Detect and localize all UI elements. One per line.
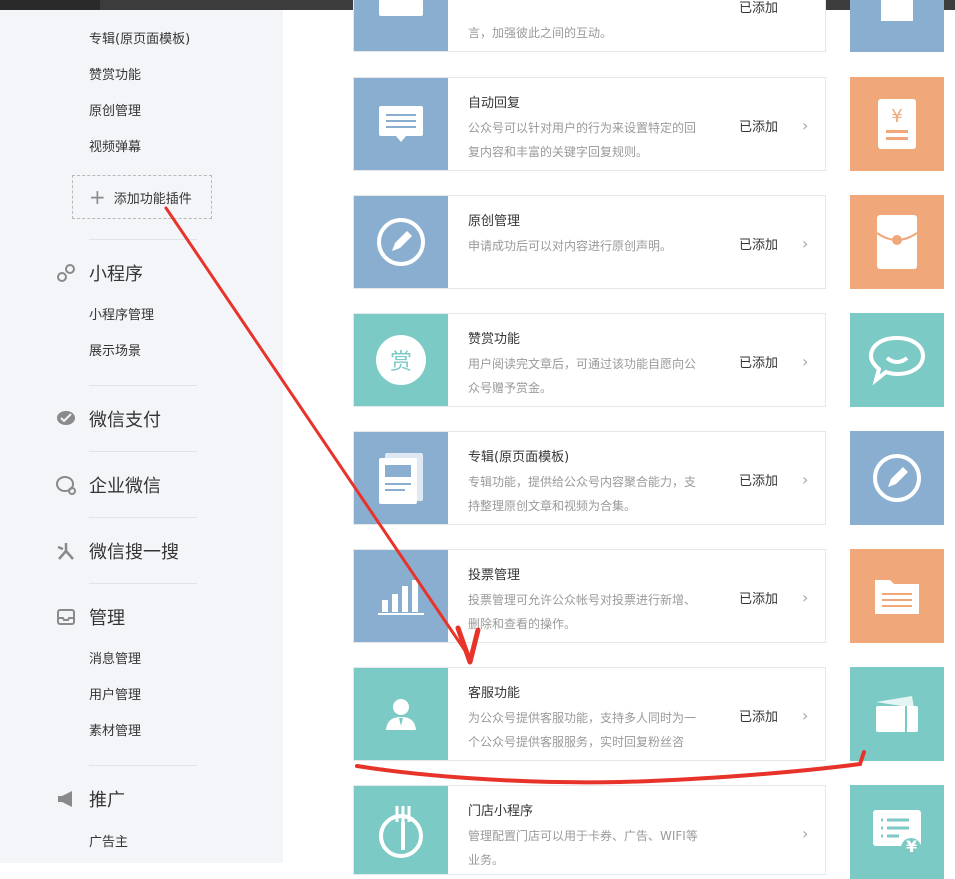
receipt-line: [886, 137, 908, 140]
sidebar-section-search[interactable]: 微信搜一搜: [54, 538, 179, 564]
document-icon[interactable]: [850, 0, 944, 52]
sidebar-item-reward[interactable]: 赞赏功能: [89, 67, 141, 85]
chevron-right-icon: ›: [802, 470, 809, 489]
sidebar-section-miniprogram[interactable]: 小程序: [54, 260, 143, 286]
bar-chart-icon: [354, 550, 448, 642]
sidebar-item-messages[interactable]: 消息管理: [89, 651, 141, 669]
red-envelope-icon[interactable]: [850, 195, 944, 289]
card-status: 已添加: [739, 356, 779, 371]
work-wechat-icon: [54, 473, 78, 497]
pencil-circle-icon[interactable]: [850, 431, 944, 525]
reward-icon: 赏: [354, 314, 448, 406]
megaphone-icon: [54, 787, 78, 811]
plugin-card-vote[interactable]: 投票管理 投票管理可允许公众帐号对投票进行新增、删除和查看的操作。 已添加 ›: [353, 549, 826, 643]
card-status: 已添加: [739, 474, 779, 489]
sidebar-item-advertiser[interactable]: 广告主: [89, 834, 128, 852]
card-title: 赞赏功能: [468, 332, 521, 347]
card-desc: 管理配置门店可以用于卡券、广告、WIFI等业务。: [468, 829, 698, 867]
sidebar-item-original[interactable]: 原创管理: [89, 103, 141, 121]
folder-list-icon[interactable]: [850, 549, 944, 643]
section-title: 小程序: [89, 264, 143, 285]
plugin-card-store[interactable]: 门店小程序 管理配置门店可以用于卡券、广告、WIFI等业务。 ›: [353, 785, 826, 875]
link-icon: [54, 261, 78, 285]
message-icon: [354, 0, 448, 51]
plugin-card-message[interactable]: 言，加强彼此之间的互动。 已添加: [353, 0, 826, 52]
chevron-right-icon: ›: [802, 116, 809, 135]
card-desc: 公众号可以针对用户的行为来设置特定的回复内容和丰富的关键字回复规则。: [468, 121, 697, 159]
card-desc: 投票管理可允许公众帐号对投票进行新增、删除和查看的操作。: [468, 593, 697, 631]
chevron-right-icon: ›: [802, 706, 809, 725]
sidebar-section-work-wechat[interactable]: 企业微信: [54, 472, 161, 498]
search-sparkle-icon: [54, 539, 78, 563]
section-title: 企业微信: [89, 476, 161, 497]
receipt-yuan-icon[interactable]: ¥: [850, 77, 944, 171]
pencil-circle-icon: [354, 196, 448, 288]
sidebar-divider: [89, 451, 197, 452]
section-title: 微信支付: [89, 410, 161, 431]
chevron-right-icon: ›: [802, 824, 809, 843]
yuan-symbol: ¥: [906, 837, 918, 856]
card-title: 客服功能: [468, 686, 521, 701]
plugin-card-customer-service[interactable]: 客服功能 为公众号提供客服功能，支持多人同时为一个公众号提供客服服务，实时回复粉…: [353, 667, 826, 761]
plugin-card-auto-reply[interactable]: 自动回复 公众号可以针对用户的行为来设置特定的回复内容和丰富的关键字回复规则。 …: [353, 77, 826, 171]
add-plugin-button[interactable]: + 添加功能插件: [72, 175, 212, 219]
album-icon: [354, 432, 448, 524]
card-title: 原创管理: [468, 214, 521, 229]
card-status: 已添加: [739, 710, 779, 725]
card-status: 已添加: [739, 1, 779, 16]
sidebar-item-showcase[interactable]: 展示场景: [89, 343, 141, 361]
inbox-icon: [54, 605, 78, 629]
card-wallet-icon[interactable]: [850, 667, 944, 761]
reward-icon-text: 赏: [376, 335, 426, 385]
sidebar-section-wechat-pay[interactable]: 微信支付: [54, 406, 161, 432]
card-title: 投票管理: [468, 568, 521, 583]
customer-service-icon: [354, 668, 448, 760]
card-status: 已添加: [739, 120, 779, 135]
section-title: 推广: [89, 790, 125, 811]
top-bar-tab: [0, 0, 100, 10]
sidebar-item-video-danmaku[interactable]: 视频弹幕: [89, 139, 141, 157]
sidebar-item-users[interactable]: 用户管理: [89, 687, 141, 705]
card-desc: 为公众号提供客服功能，支持多人同时为一个公众号提供客服服务，实时回复粉丝咨: [468, 711, 697, 749]
section-title: 微信搜一搜: [89, 542, 179, 563]
add-plugin-label: 添加功能插件: [113, 191, 192, 207]
card-title: 门店小程序: [468, 804, 534, 819]
sidebar-item-album[interactable]: 专辑(原页面模板): [89, 31, 190, 49]
card-title: 专辑(原页面模板): [468, 450, 570, 465]
sidebar-item-miniprogram-manage[interactable]: 小程序管理: [89, 307, 154, 325]
card-status: 已添加: [739, 592, 779, 607]
card-desc: 言，加强彼此之间的互动。: [468, 26, 613, 40]
plugin-card-reward[interactable]: 赏 赞赏功能 用户阅读完文章后，可通过该功能自愿向公众号赠予赏金。 已添加 ›: [353, 313, 826, 407]
sidebar-item-materials[interactable]: 素材管理: [89, 723, 141, 741]
sidebar-divider: [89, 583, 197, 584]
receipt-body: ¥: [878, 99, 916, 149]
card-desc: 申请成功后可以对内容进行原创声明。: [468, 239, 673, 253]
sidebar-section-manage[interactable]: 管理: [54, 604, 125, 630]
yuan-symbol: ¥: [891, 106, 903, 127]
card-title: 自动回复: [468, 96, 521, 111]
receipt-line: [886, 130, 908, 133]
card-desc: 用户阅读完文章后，可通过该功能自愿向公众号赠予赏金。: [468, 357, 697, 395]
chat-list-icon: [354, 78, 448, 170]
chevron-right-icon: ›: [802, 352, 809, 371]
chevron-right-icon: ›: [802, 234, 809, 253]
section-title: 管理: [89, 608, 125, 629]
wechat-pay-icon: [54, 407, 78, 431]
card-desc: 专辑功能，提供给公众号内容聚合能力，支持整理原创文章和视频为合集。: [468, 475, 697, 513]
sidebar-divider: [89, 385, 197, 386]
ticket-yuan-icon[interactable]: ¥: [850, 785, 944, 879]
sidebar-divider: [89, 517, 197, 518]
store-icon: [354, 786, 448, 874]
card-status: 已添加: [739, 238, 779, 253]
chevron-right-icon: ›: [802, 588, 809, 607]
sidebar-section-promote[interactable]: 推广: [54, 786, 125, 812]
sidebar-divider: [89, 765, 197, 766]
plugin-card-album[interactable]: 专辑(原页面模板) 专辑功能，提供给公众号内容聚合能力，支持整理原创文章和视频为…: [353, 431, 826, 525]
sidebar: [0, 10, 283, 863]
plus-icon: +: [89, 185, 106, 209]
speech-bubble-icon[interactable]: [850, 313, 944, 407]
sidebar-divider: [89, 239, 197, 240]
plugin-card-original[interactable]: 原创管理 申请成功后可以对内容进行原创声明。 已添加 ›: [353, 195, 826, 289]
